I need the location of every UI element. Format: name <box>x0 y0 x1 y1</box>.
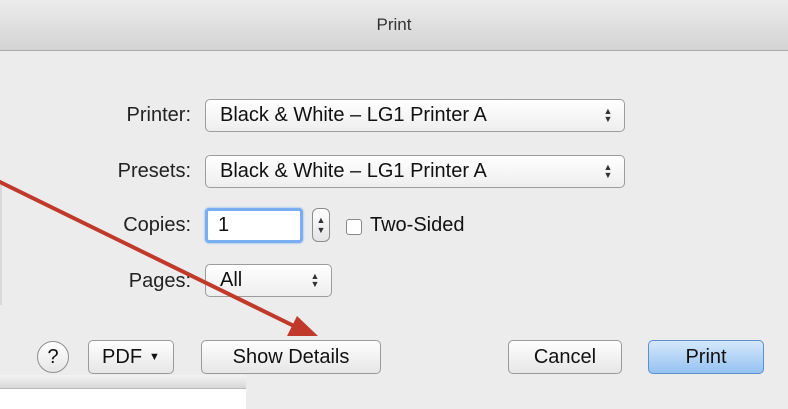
show-details-button[interactable]: Show Details <box>201 340 381 374</box>
print-button[interactable]: Print <box>648 340 764 374</box>
help-button[interactable]: ? <box>37 341 69 373</box>
updown-arrows-icon: ▲ ▼ <box>603 106 613 124</box>
copies-label: Copies: <box>123 214 191 236</box>
pages-label: Pages: <box>128 270 191 292</box>
presets-label: Presets: <box>117 160 191 182</box>
printer-label: Printer: <box>126 104 191 126</box>
presets-popup[interactable]: Black & White – LG1 Printer A ▲ ▼ <box>205 155 625 188</box>
background-window-titlebar <box>0 375 246 389</box>
pages-value: All <box>220 269 243 291</box>
pdf-button[interactable]: PDF ▼ <box>88 340 174 374</box>
dropdown-arrow-icon: ▼ <box>149 351 160 363</box>
pages-popup[interactable]: All ▲ ▼ <box>205 264 332 297</box>
pdf-label: PDF <box>102 345 143 368</box>
updown-arrows-icon: ▲ ▼ <box>310 271 320 289</box>
updown-arrows-icon: ▲ ▼ <box>603 162 613 180</box>
annotation-arrow-line <box>0 180 296 328</box>
copies-field[interactable]: 1 <box>205 208 303 243</box>
copies-stepper[interactable]: ▲ ▼ <box>312 208 330 242</box>
presets-value: Black & White – LG1 Printer A <box>220 160 487 182</box>
title-bar: Print <box>0 0 788 51</box>
stepper-up-icon[interactable]: ▲ <box>317 215 326 225</box>
stepper-down-icon[interactable]: ▼ <box>317 225 326 235</box>
printer-popup[interactable]: Black & White – LG1 Printer A ▲ ▼ <box>205 99 625 132</box>
window-title: Print <box>376 15 412 34</box>
two-sided-checkbox[interactable] <box>346 219 362 235</box>
two-sided-label[interactable]: Two-Sided <box>370 214 465 237</box>
background-window-edge <box>0 185 2 305</box>
printer-value: Black & White – LG1 Printer A <box>220 104 487 126</box>
annotation-arrow-head <box>287 316 318 336</box>
cancel-button[interactable]: Cancel <box>508 340 622 374</box>
